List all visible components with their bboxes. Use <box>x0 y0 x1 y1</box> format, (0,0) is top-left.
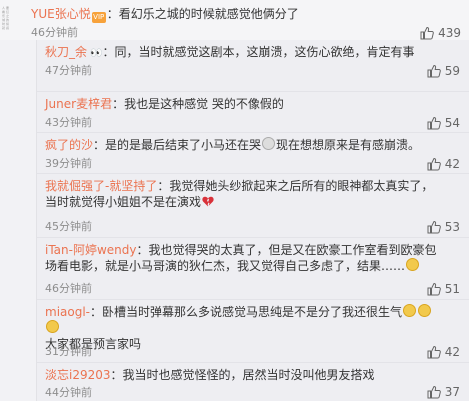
reply-time: 31分钟前 <box>45 345 92 358</box>
thumbs-up-icon <box>427 385 441 399</box>
main-comment-text: YUE张心悦 VIP ：看幻乐之城的时候就感觉他俩分了 <box>31 6 299 23</box>
vip-badge-icon: VIP <box>91 12 106 23</box>
username-link[interactable]: 秋刀_余 <box>45 45 87 59</box>
reply-body: ：卧槽当时弹幕那么多说感觉马思纯是不是分了我还很生气 <box>90 305 403 319</box>
list-item: 淡忘i29203：我当时也感觉怪怪的，居然当时没叫他男友搭戏 44分钟前 37 <box>37 362 469 401</box>
reply-list: 秋刀_余 👀：同，当时就感觉这剧本，这崩溃，这伤心欲绝，肯定有事 47分钟前 59… <box>36 40 469 401</box>
like-button[interactable]: 51 <box>427 282 460 296</box>
reply-time: 45分钟前 <box>45 220 92 233</box>
crying-face-emoji-icon <box>418 304 432 317</box>
reply-time: 44分钟前 <box>45 386 92 399</box>
thumbs-up-icon <box>427 157 441 171</box>
thumbs-up-icon <box>420 26 434 40</box>
main-comment: 人 要 看 幻 乐 之 城 的 时 候 就 感 YUE张心悦 VIP ：看幻乐之城的… <box>0 0 469 40</box>
thumbs-up-icon <box>427 282 441 296</box>
thumbs-up-icon <box>427 64 441 78</box>
list-item: Juner麦梓君：我也是这种感觉 哭的不像假的 43分钟前 54 <box>37 91 469 132</box>
like-button[interactable]: 59 <box>427 64 460 78</box>
like-button[interactable]: 439 <box>420 26 461 40</box>
thumbs-up-icon <box>427 345 441 359</box>
like-count: 439 <box>438 26 461 40</box>
like-count: 51 <box>444 282 460 296</box>
like-button[interactable]: 42 <box>427 157 460 171</box>
reply-time: 47分钟前 <box>45 64 92 77</box>
reply-body: ：是的是最后结束了小马还在哭 <box>93 138 262 152</box>
crying-face-emoji-icon <box>403 304 417 317</box>
reply-text: 淡忘i29203：我当时也感觉怪怪的，居然当时没叫他男友搭戏 <box>45 367 445 383</box>
like-count: 42 <box>444 345 460 359</box>
reply-text: 秋刀_余 👀：同，当时就感觉这剧本，这崩溃，这伤心欲绝，肯定有事 <box>45 44 445 62</box>
like-button[interactable]: 54 <box>427 116 460 130</box>
like-count: 54 <box>444 116 460 130</box>
username-link[interactable]: miaogl- <box>45 305 90 319</box>
username-link[interactable]: 我就倔强了-就坚持了 <box>45 179 157 193</box>
reply-time: 39分钟前 <box>45 157 92 170</box>
like-count: 59 <box>444 64 460 78</box>
avatar-text-line: 就 感 <box>2 26 9 30</box>
reply-body: ：同，当时就感觉这剧本，这崩溃，这伤心欲绝，肯定有事 <box>102 45 415 59</box>
eyes-icon: 👀 <box>90 48 103 59</box>
username-link[interactable]: iTan-阿婷wendy <box>45 243 137 257</box>
reply-text: 疯了的沙：是的是最后结束了小马还在哭 现在想想原来是有感崩溃。 <box>45 137 445 153</box>
username-link[interactable]: Juner麦梓君 <box>45 97 112 111</box>
list-item: 疯了的沙：是的是最后结束了小马还在哭 现在想想原来是有感崩溃。 39分钟前 42 <box>37 132 469 173</box>
list-item: miaogl-：卧槽当时弹幕那么多说感觉马思纯是不是分了我还很生气 大家都是预言家… <box>37 299 469 362</box>
laughing-tears-emoji-icon <box>406 258 420 271</box>
reply-time: 46分钟前 <box>45 282 92 295</box>
list-item: 我就倔强了-就坚持了：我觉得她头纱掀起来之后所有的眼神都太真实了，当时就觉得小姐… <box>37 173 469 237</box>
reply-text: iTan-阿婷wendy：我也觉得哭的太真了，但是又在欧豪工作室看到欧豪包场看电… <box>45 242 445 274</box>
list-item: 秋刀_余 👀：同，当时就感觉这剧本，这崩溃，这伤心欲绝，肯定有事 47分钟前 59 <box>37 40 469 80</box>
comment-time: 46分钟前 <box>31 26 78 39</box>
thumbs-up-icon <box>427 220 441 234</box>
like-button[interactable]: 37 <box>427 385 460 399</box>
avatar[interactable]: 人 要 看 幻 乐 之 城 的 时 候 就 感 <box>2 6 24 34</box>
crying-face-emoji-icon <box>46 320 59 333</box>
reply-text: 我就倔强了-就坚持了：我觉得她头纱掀起来之后所有的眼神都太真实了，当时就觉得小姐… <box>45 178 445 210</box>
like-count: 53 <box>444 220 460 234</box>
like-count: 42 <box>444 157 460 171</box>
list-item: iTan-阿婷wendy：我也觉得哭的太真了，但是又在欧豪工作室看到欧豪包场看电… <box>37 237 469 299</box>
comment-body: ：看幻乐之城的时候就感觉他俩分了 <box>106 7 299 21</box>
like-button[interactable]: 42 <box>427 345 460 359</box>
like-button[interactable]: 53 <box>427 220 460 234</box>
reply-time: 43分钟前 <box>45 116 92 129</box>
reply-body-continued: 现在想想原来是有感崩溃。 <box>276 138 421 152</box>
reply-text: Juner麦梓君：我也是这种感觉 哭的不像假的 <box>45 96 445 112</box>
reply-body: ：我也是这种感觉 哭的不像假的 <box>112 97 284 111</box>
like-count: 37 <box>444 385 460 399</box>
username-link[interactable]: 淡忘i29203 <box>45 368 111 382</box>
username-link[interactable]: YUE张心悦 <box>31 7 91 21</box>
comment-thread: 人 要 看 幻 乐 之 城 的 时 候 就 感 YUE张心悦 VIP ：看幻乐之城的… <box>0 0 469 401</box>
broken-heart-icon <box>202 196 214 207</box>
sad-face-emoji-icon <box>262 137 276 150</box>
thumbs-up-icon <box>427 116 441 130</box>
reply-text: miaogl-：卧槽当时弹幕那么多说感觉马思纯是不是分了我还很生气 大家都是预言家… <box>45 304 445 352</box>
reply-body: ：我当时也感觉怪怪的，居然当时没叫他男友搭戏 <box>110 368 375 382</box>
username-link[interactable]: 疯了的沙 <box>45 138 93 152</box>
